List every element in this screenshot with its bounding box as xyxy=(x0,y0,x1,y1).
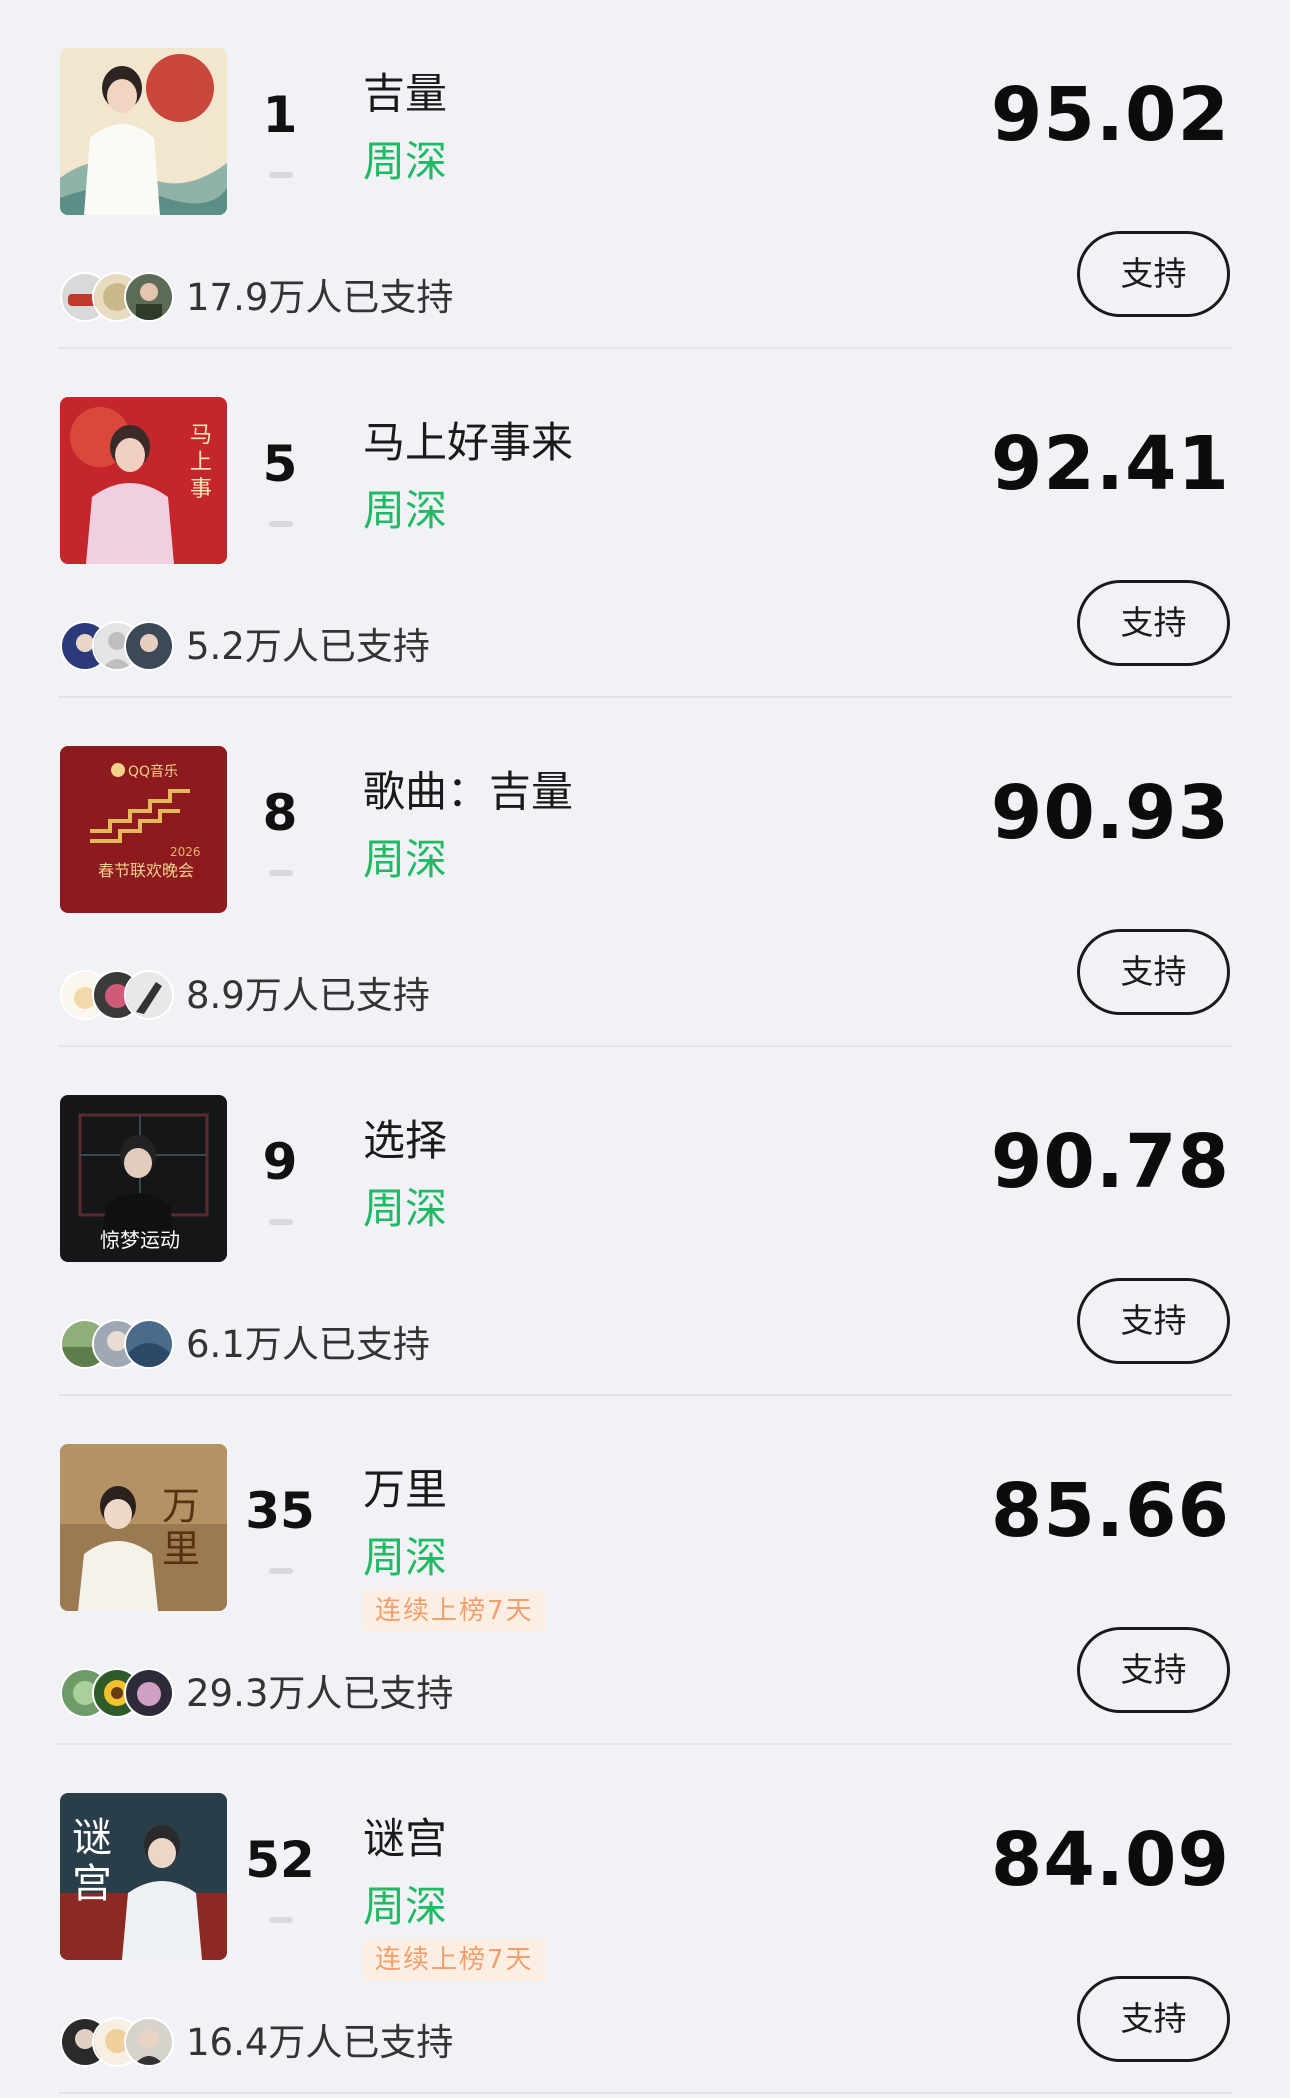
avatar xyxy=(124,2017,174,2067)
score-value: 90.93 xyxy=(990,770,1230,856)
artist-name[interactable]: 周深 xyxy=(363,1181,447,1237)
artist-name[interactable]: 周深 xyxy=(363,1879,447,1935)
avatar xyxy=(124,272,174,322)
svg-text:事: 事 xyxy=(190,477,212,502)
svg-text:万: 万 xyxy=(162,1484,200,1528)
svg-text:上: 上 xyxy=(190,450,212,475)
support-button[interactable]: 支持 xyxy=(1077,1627,1230,1713)
artist-name[interactable]: 周深 xyxy=(363,483,447,539)
svg-text:惊梦运动: 惊梦运动 xyxy=(100,1228,180,1252)
song-title[interactable]: 吉量 xyxy=(363,66,447,122)
ranking-row[interactable]: 万 里 35 万里 周深 连续上榜7天 85.66 支持 29.3万人已支持 xyxy=(0,1396,1290,1745)
rank-change-indicator xyxy=(269,1917,293,1923)
score-value: 95.02 xyxy=(990,72,1230,158)
supporter-avatars xyxy=(60,1668,176,1718)
rank-number: 52 xyxy=(245,1831,315,1889)
album-cover[interactable]: 马 上 事 xyxy=(60,397,227,564)
streak-badge: 连续上榜7天 xyxy=(363,1590,546,1632)
svg-text:2026: 2026 xyxy=(170,845,201,859)
rank-change-indicator xyxy=(269,172,293,178)
song-title[interactable]: 马上好事来 xyxy=(363,415,573,471)
supporter-count: 5.2万人已支持 xyxy=(186,625,430,668)
artist-name[interactable]: 周深 xyxy=(363,1530,447,1586)
supporter-avatars xyxy=(60,272,176,322)
streak-badge: 连续上榜7天 xyxy=(363,1939,546,1981)
rank-number: 1 xyxy=(262,86,298,144)
support-button[interactable]: 支持 xyxy=(1077,580,1230,666)
avatar xyxy=(124,970,174,1020)
supporter-count: 16.4万人已支持 xyxy=(186,2021,454,2064)
ranking-row[interactable]: 1 吉量 周深 95.02 支持 17.9万人已支持 xyxy=(0,0,1290,349)
artist-name[interactable]: 周深 xyxy=(363,134,447,190)
rank-change-indicator xyxy=(269,870,293,876)
avatar xyxy=(124,1319,174,1369)
support-button[interactable]: 支持 xyxy=(1077,929,1230,1015)
avatar xyxy=(124,621,174,671)
rank-change-indicator xyxy=(269,1568,293,1574)
support-button[interactable]: 支持 xyxy=(1077,231,1230,317)
supporter-count: 17.9万人已支持 xyxy=(186,276,454,319)
rank-number: 35 xyxy=(245,1482,315,1540)
supporter-avatars xyxy=(60,2017,176,2067)
supporter-avatars xyxy=(60,1319,176,1369)
avatar xyxy=(124,1668,174,1718)
ranking-row[interactable]: QQ音乐 2026 春节联欢晚会 8 歌曲：吉量 周深 90.93 支持 8.9… xyxy=(0,698,1290,1047)
album-cover[interactable]: QQ音乐 2026 春节联欢晚会 xyxy=(60,746,227,913)
supporter-count: 8.9万人已支持 xyxy=(186,974,430,1017)
svg-text:宫: 宫 xyxy=(72,1861,112,1907)
song-title[interactable]: 歌曲：吉量 xyxy=(363,764,573,820)
support-button[interactable]: 支持 xyxy=(1077,1976,1230,2062)
svg-text:马: 马 xyxy=(190,423,212,448)
song-title[interactable]: 谜宫 xyxy=(363,1811,447,1867)
score-value: 84.09 xyxy=(990,1817,1230,1903)
score-value: 90.78 xyxy=(990,1119,1230,1205)
song-title[interactable]: 选择 xyxy=(363,1113,447,1169)
rank-number: 5 xyxy=(262,435,298,493)
ranking-list: 1 吉量 周深 95.02 支持 17.9万人已支持 马 上 事 5 马上好事来… xyxy=(0,0,1290,2098)
album-cover[interactable] xyxy=(60,48,227,215)
support-button[interactable]: 支持 xyxy=(1077,1278,1230,1364)
row-divider xyxy=(58,2092,1232,2094)
ranking-row[interactable]: 马 上 事 5 马上好事来 周深 92.41 支持 5.2万人已支持 xyxy=(0,349,1290,698)
svg-text:谜: 谜 xyxy=(72,1815,112,1861)
rank-change-indicator xyxy=(269,1219,293,1225)
song-title[interactable]: 万里 xyxy=(363,1462,447,1518)
rank-change-indicator xyxy=(269,521,293,527)
score-value: 85.66 xyxy=(990,1468,1230,1554)
supporter-count: 6.1万人已支持 xyxy=(186,1323,430,1366)
album-cover[interactable]: 惊梦运动 xyxy=(60,1095,227,1262)
artist-name[interactable]: 周深 xyxy=(363,832,447,888)
ranking-row[interactable]: 谜 宫 52 谜宫 周深 连续上榜7天 84.09 支持 16.4万人已支持 xyxy=(0,1745,1290,2094)
rank-number: 8 xyxy=(262,784,298,842)
supporter-avatars xyxy=(60,621,176,671)
supporter-count: 29.3万人已支持 xyxy=(186,1672,454,1715)
rank-number: 9 xyxy=(262,1133,298,1191)
album-cover[interactable]: 万 里 xyxy=(60,1444,227,1611)
album-cover[interactable]: 谜 宫 xyxy=(60,1793,227,1960)
svg-text:春节联欢晚会: 春节联欢晚会 xyxy=(98,861,194,880)
svg-text:里: 里 xyxy=(162,1527,200,1571)
svg-text:QQ音乐: QQ音乐 xyxy=(128,763,178,780)
supporter-avatars xyxy=(60,970,176,1020)
ranking-row[interactable]: 惊梦运动 9 选择 周深 90.78 支持 6.1万人已支持 xyxy=(0,1047,1290,1396)
score-value: 92.41 xyxy=(990,421,1230,507)
